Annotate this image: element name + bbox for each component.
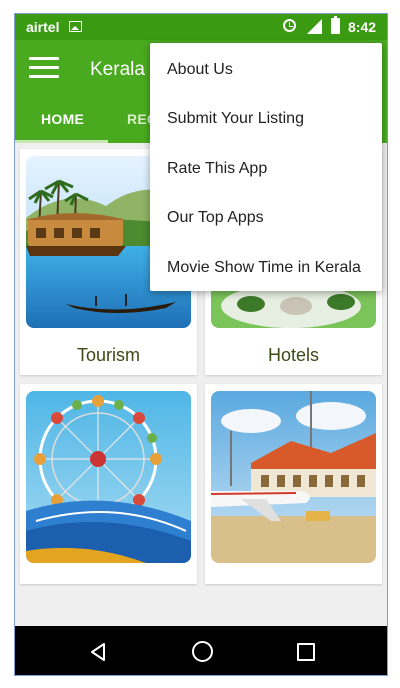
image-icon <box>69 21 82 32</box>
back-icon[interactable] <box>89 642 107 667</box>
card-airport[interactable] <box>205 384 382 584</box>
menu-item-movie-show-time[interactable]: Movie Show Time in Kerala <box>167 259 361 277</box>
battery-icon <box>331 16 340 34</box>
hamburger-icon[interactable] <box>29 57 59 79</box>
tab-home[interactable]: HOME <box>41 111 84 127</box>
tab-indicator <box>15 140 108 143</box>
status-time: 8:42 <box>348 19 377 35</box>
card-amusement[interactable] <box>20 384 197 584</box>
carrier-name: airtel <box>26 19 60 35</box>
app-title: Kerala <box>90 59 145 80</box>
menu-item-submit-listing[interactable]: Submit Your Listing <box>167 110 304 128</box>
ferris-wheel-photo <box>26 391 191 563</box>
recents-icon[interactable] <box>297 643 315 661</box>
status-bar: airtel 8:42 <box>15 14 387 40</box>
menu-item-about-us[interactable]: About Us <box>167 61 233 79</box>
home-icon[interactable] <box>192 641 213 662</box>
signal-icon <box>307 19 322 34</box>
overflow-menu: About Us Submit Your Listing Rate This A… <box>150 43 382 291</box>
airport-airplane-photo <box>211 391 376 563</box>
card-label-hotels: Hotels <box>267 345 320 365</box>
alarm-icon <box>283 19 296 32</box>
card-label-tourism: Tourism <box>76 345 140 365</box>
menu-item-rate-app[interactable]: Rate This App <box>167 160 267 178</box>
navigation-bar <box>15 626 387 675</box>
menu-item-top-apps[interactable]: Our Top Apps <box>167 209 264 227</box>
